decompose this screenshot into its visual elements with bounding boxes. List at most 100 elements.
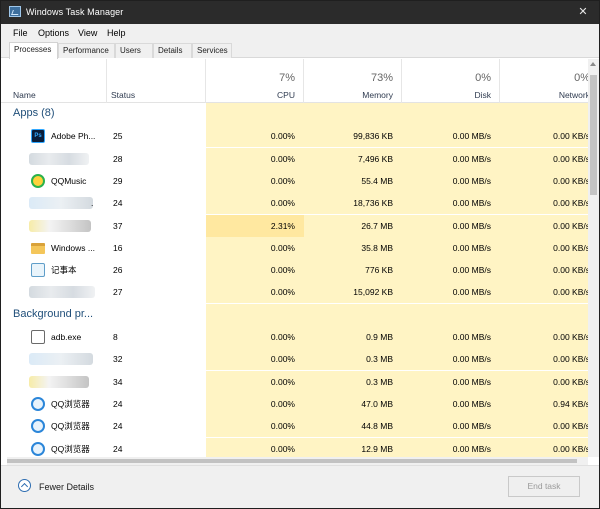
tab-details[interactable]: Details [153,43,192,58]
process-disk: 0.00 MB/s [452,131,491,142]
horizontal-scroll-thumb[interactable] [7,459,577,463]
process-row[interactable]: 记事本 26 0.00% 776 KB 0.00 MB/s 0.00 KB/s [1,259,599,282]
process-row[interactable]: QQ浏览器 24 0.00% 44.8 MB 0.00 MB/s 0.00 KB/s [1,415,599,438]
redacted-process-name [29,353,93,366]
process-network: 0.00 KB/s [553,376,590,387]
process-name: QQ浏览器 [51,398,90,409]
process-name: 记事本 [51,265,77,276]
close-icon[interactable]: ✕ [575,4,591,20]
process-list: Apps (8) Ps Adobe Ph... 25 0.00% 99,836 KB 0.0… [1,103,599,457]
vertical-scroll-thumb[interactable] [590,75,597,195]
fewer-details-link[interactable]: Fewer Details [39,482,94,492]
group-apps[interactable]: Apps (8) [1,103,599,125]
process-row[interactable]: 28 0.00% 7,496 KB 0.00 MB/s 0.00 KB/s [1,147,599,170]
process-status: 32 [113,354,123,365]
process-network: 0.94 KB/s [553,398,590,409]
process-cpu: 0.00% [270,153,295,164]
photoshop-icon: Ps [31,129,45,144]
scroll-up-icon[interactable] [590,62,596,66]
process-memory: 18,736 KB [353,198,393,209]
process-network: 0.00 KB/s [553,131,590,142]
column-cpu-label: CPU [277,90,295,100]
column-cpu[interactable]: 7% CPU [206,59,304,103]
process-network: 0.00 KB/s [553,265,590,276]
qqbrowser-icon [31,396,45,411]
qqmusic-icon [31,173,45,188]
qqbrowser-icon [31,419,45,434]
process-disk: 0.00 MB/s [452,354,491,365]
window-title: Windows Task Manager [26,7,124,17]
end-task-button[interactable]: End task [508,476,580,497]
process-status: 34 [113,376,123,387]
memory-total-percent: 73% [370,72,393,84]
redacted-process-name [29,197,93,210]
process-row[interactable]: 27 0.00% 15,092 KB 0.00 MB/s 0.00 KB/s [1,281,599,304]
tab-performance[interactable]: Performance [58,43,115,58]
column-name-label: Name [13,90,36,100]
process-row[interactable]: Ps Adobe Ph... 25 0.00% 99,836 KB 0.00 MB/s 0.… [1,125,599,148]
process-network: 0.00 KB/s [553,354,590,365]
column-name[interactable]: Name [1,59,107,103]
group-background-processes[interactable]: Background pr... [1,303,599,326]
process-name: QQMusic [51,175,87,186]
process-cpu: 0.00% [270,242,295,253]
process-memory: 44.8 MB [361,421,393,432]
group-title: Apps (8) [13,107,55,119]
process-row[interactable]: 37 2.31% 26.7 MB 0.00 MB/s 0.00 KB/s [1,214,599,237]
redacted-process-name [29,375,89,388]
process-name: . [91,198,94,209]
cell-background [402,303,500,326]
redacted-process-name [29,286,95,299]
column-memory[interactable]: 73% Memory [304,59,402,103]
menu-help[interactable]: Help [107,28,126,38]
cell-background [402,103,500,125]
task-manager-window: Windows Task Manager ✕ File Options View… [0,0,600,509]
process-network: 0.00 KB/s [553,198,590,209]
process-memory: 47.0 MB [361,398,393,409]
notepad-icon [31,263,45,278]
column-status[interactable]: Status [107,59,206,103]
title-bar: Windows Task Manager ✕ [1,1,599,24]
tab-services[interactable]: Services [192,43,232,58]
process-row[interactable]: 34 0.00% 0.3 MB 0.00 MB/s 0.00 KB/s [1,370,599,393]
process-memory: 55.4 MB [361,175,393,186]
process-disk: 0.00 MB/s [452,398,491,409]
process-row[interactable]: QQ浏览器 24 0.00% 47.0 MB 0.00 MB/s 0.94 KB/s [1,392,599,415]
process-row[interactable]: 32 0.00% 0.3 MB 0.00 MB/s 0.00 KB/s [1,348,599,371]
process-name: Adobe Ph... [51,131,96,142]
cell-background [206,303,304,326]
process-memory: 99,836 KB [353,131,393,142]
process-network: 0.00 KB/s [553,332,590,342]
disk-total-percent: 0% [475,72,491,84]
process-row[interactable]: QQMusic 29 0.00% 55.4 MB 0.00 MB/s 0.00 KB/s [1,169,599,192]
process-cpu: 0.00% [270,398,295,409]
process-row[interactable]: Windows ... 16 0.00% 35.8 MB 0.00 MB/s 0.00 K… [1,236,599,259]
vertical-scrollbar[interactable] [588,59,599,457]
process-cpu: 0.00% [270,354,295,365]
menu-options[interactable]: Options [38,28,69,38]
column-network[interactable]: 0% Network [500,59,590,103]
process-memory: 12.9 MB [361,443,393,454]
process-cpu: 0.00% [270,287,295,298]
process-status: 28 [113,153,123,164]
process-row[interactable]: . 24 0.00% 18,736 KB 0.00 MB/s 0.00 KB/s [1,192,599,215]
redacted-process-name [29,152,89,165]
process-memory: 776 KB [365,265,393,276]
chevron-up-icon[interactable] [18,479,31,492]
process-disk: 0.00 MB/s [452,287,491,298]
menu-bar: File Options View Help [1,24,599,42]
menu-view[interactable]: View [78,28,97,38]
horizontal-scrollbar[interactable] [7,457,588,465]
process-cpu: 0.00% [270,421,295,432]
process-cpu: 0.00% [270,131,295,142]
process-row[interactable]: QQ浏览器 24 0.00% 12.9 MB 0.00 MB/s 0.00 KB/s [1,437,599,457]
tab-processes[interactable]: Processes [9,42,58,59]
process-cpu: 0.00% [270,332,295,342]
process-status: 27 [113,287,123,298]
tab-users[interactable]: Users [115,43,153,58]
process-network: 0.00 KB/s [553,242,590,253]
cell-background [500,103,599,125]
process-row[interactable]: adb.exe 8 0.00% 0.9 MB 0.00 MB/s 0.00 KB/s [1,326,599,348]
menu-file[interactable]: File [13,28,28,38]
column-disk[interactable]: 0% Disk [402,59,500,103]
